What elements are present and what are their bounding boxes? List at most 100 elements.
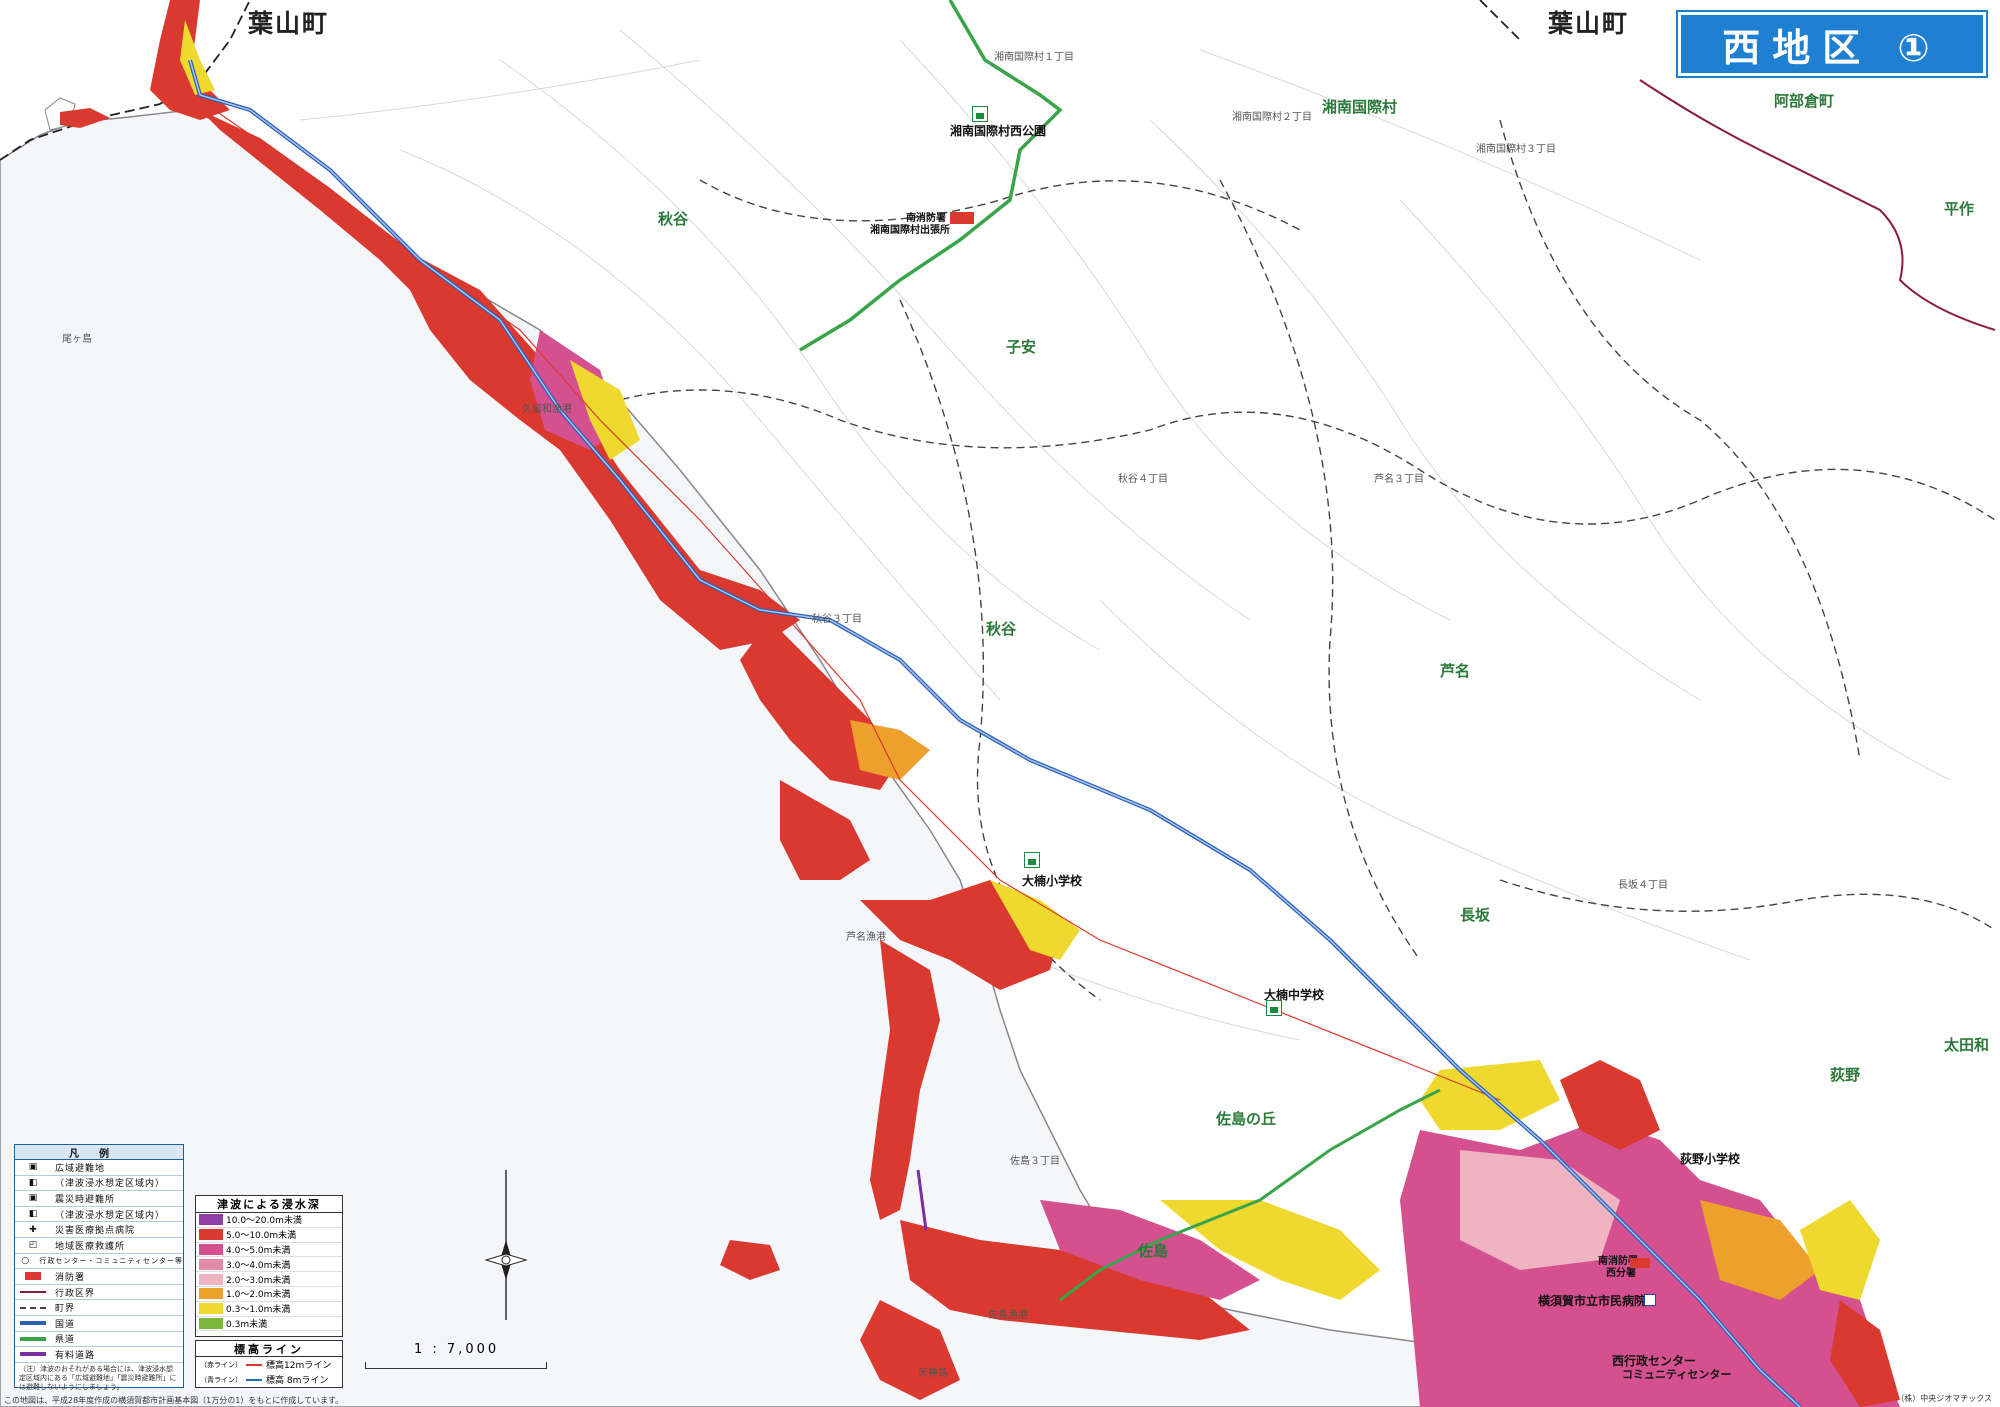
national-road-icon: [15, 1321, 51, 1326]
facility-ogino-elem[interactable]: 荻野小学校: [1680, 1150, 1740, 1167]
shelter-icon[interactable]: [1024, 852, 1040, 868]
legend-row: 行政区界: [15, 1285, 183, 1301]
evacuation-area-icon: ▣: [28, 1162, 38, 1173]
depth-row: 4.0～5.0m未満: [196, 1243, 342, 1258]
depth-legend: 津波による浸水深 10.0～20.0m未満 5.0～10.0m未満 4.0～5.…: [195, 1195, 343, 1337]
label-sajima-port: 佐島漁港: [988, 1310, 1028, 1321]
legend: 凡例 ▣ 広域避難地 ◧ （津波浸水想定区域内） ▣ 震災時避難所 ◧ （津波浸水想定区…: [14, 1144, 184, 1391]
scale-label: 1 : 7,000: [414, 1342, 500, 1357]
map-frame: 西地区 ① 葉山町 葉山町 秋谷 秋谷 子安 湘南国際村 阿部倉町 平作 芦名 …: [0, 0, 2000, 1407]
hayama-boundary-right: [1479, 0, 1521, 41]
admin-center-icon: ○: [21, 1255, 30, 1266]
facility-ogusu-elem[interactable]: 大楠小学校: [1022, 872, 1082, 889]
label-tenjin: 天神島: [918, 1368, 948, 1379]
label-ashina-port: 芦名漁港: [846, 932, 886, 943]
legend-row: ◧ （津波浸水想定区域内）: [15, 1207, 183, 1223]
ward-boundary-icon: [15, 1291, 51, 1294]
depth-swatch: [199, 1229, 223, 1241]
elevation-tag: （青ライン）: [200, 1375, 242, 1384]
town-label-hayama-right: 葉山町: [1548, 9, 1630, 38]
depth-row: 10.0～20.0m未満: [196, 1213, 342, 1228]
facility-admin-2[interactable]: コミュニティセンター: [1622, 1366, 1731, 1382]
legend-row: ✚ 災害医療拠点病院: [15, 1222, 183, 1238]
depth-row: 3.0～4.0m未満: [196, 1257, 342, 1273]
shelter-icon[interactable]: [1266, 1000, 1282, 1016]
fire-station-icon[interactable]: [950, 212, 974, 224]
evacuation-area-inundation-icon: ◧: [28, 1177, 38, 1188]
depth-row: 2.0～3.0m未満: [196, 1272, 342, 1287]
hospital-icon[interactable]: [1644, 1294, 1656, 1306]
legend-row: ▣ 震災時避難所: [15, 1191, 183, 1207]
legend-row: ◧ （津波浸水想定区域内）: [15, 1176, 183, 1192]
place-akiya-central: 秋谷: [986, 620, 1017, 638]
elevation-line-swatch: [246, 1378, 262, 1381]
facility-hospital[interactable]: 横須賀市立市民病院: [1538, 1292, 1646, 1309]
place-akiya-north: 秋谷: [658, 210, 689, 228]
label-akiya-4: 秋谷４丁目: [1118, 474, 1168, 485]
depth-swatch: [199, 1214, 223, 1226]
legend-row: 県道: [15, 1332, 183, 1348]
place-heisaku: 平作: [1944, 200, 1975, 218]
place-ogino: 荻野: [1830, 1066, 1861, 1084]
legend-note: （注）津波のおそれがある場合には、津波浸水想定区域内にある「広域避難地」「震災時…: [19, 1364, 177, 1391]
elevation-line-swatch: [246, 1363, 262, 1366]
label-akiya-3: 秋谷３丁目: [812, 614, 862, 625]
elevation-row: （青ライン） 標高 8mライン: [196, 1372, 342, 1387]
place-ashina: 芦名: [1440, 662, 1471, 680]
legend-row: ○ 行政センター・コミュニティセンター等: [15, 1254, 183, 1270]
depth-swatch: [199, 1288, 223, 1300]
town-label-hayama-left: 葉山町: [248, 9, 330, 38]
legend-row: 国道: [15, 1316, 183, 1332]
elevation-tag: （赤ライン）: [200, 1360, 242, 1369]
place-sajima-oka: 佐島の丘: [1216, 1110, 1277, 1128]
elevation-legend-heading: 標高ライン: [196, 1341, 342, 1357]
place-nagasaka: 長坂: [1460, 906, 1491, 924]
scale-bar: [365, 1362, 547, 1369]
fire-station-icon[interactable]: [1630, 1258, 1650, 1268]
depth-swatch: [199, 1303, 223, 1315]
toll-road-icon: [15, 1352, 51, 1357]
facility-park[interactable]: 湘南国際村西公園: [950, 122, 1046, 139]
footer-note: この地図は、平成28年度作成の横須賀都市計画基本図（1万分の1）をもとに作成して…: [4, 1396, 344, 1405]
label-kokusai-2: 湘南国際村２丁目: [1232, 112, 1312, 123]
legend-heading: 凡例: [15, 1145, 183, 1160]
depth-row: 0.3m未満: [196, 1317, 342, 1332]
legend-row: 町界: [15, 1300, 183, 1316]
legend-row: ▣ 広域避難地: [15, 1160, 183, 1176]
legend-row: ◰ 地域医療救護所: [15, 1238, 183, 1254]
place-shonan-kokusai: 湘南国際村: [1322, 98, 1398, 116]
shelter-inundation-icon: ◧: [28, 1209, 38, 1220]
aid-station-icon: ◰: [28, 1240, 38, 1251]
depth-swatch: [199, 1258, 223, 1270]
label-sajima-3: 佐島３丁目: [1010, 1156, 1060, 1167]
town-boundary-icon: [15, 1306, 51, 1309]
ward-boundary: [1639, 79, 1996, 331]
map-title: 西地区 ①: [1676, 10, 1988, 78]
place-sajima: 佐島: [1138, 1242, 1169, 1260]
elevation-legend: 標高ライン （赤ライン） 標高12mライン （青ライン） 標高 8mライン: [195, 1340, 343, 1388]
depth-legend-heading: 津波による浸水深: [196, 1196, 342, 1213]
depth-row: 1.0～2.0m未満: [196, 1287, 342, 1302]
label-kokusai-3: 湘南国際村３丁目: [1476, 144, 1556, 155]
hospital-icon: ✚: [29, 1224, 37, 1235]
elevation-row: （赤ライン） 標高12mライン: [196, 1357, 342, 1372]
legend-row: 有料道路: [15, 1347, 183, 1363]
facility-fire-branch-2[interactable]: 湘南国際村出張所: [870, 221, 950, 236]
label-ashina-3: 芦名３丁目: [1374, 474, 1424, 485]
depth-swatch: [199, 1317, 223, 1329]
place-abekura: 阿部倉町: [1774, 92, 1835, 110]
depth-swatch: [199, 1243, 223, 1255]
fire-station-icon: [15, 1272, 51, 1281]
label-nagasaka-4: 長坂４丁目: [1618, 880, 1668, 891]
place-koyasu: 子安: [1006, 338, 1037, 356]
place-otawa: 太田和: [1944, 1036, 1990, 1054]
shelter-icon: ▣: [28, 1193, 38, 1204]
depth-row: 5.0～10.0m未満: [196, 1228, 342, 1243]
depth-row: 0.3～1.0m未満: [196, 1302, 342, 1317]
label-kugiwa-port: 久留和漁港: [522, 404, 572, 415]
evacuation-area-icon[interactable]: [972, 106, 988, 122]
label-kokusai-1: 湘南国際村１丁目: [994, 52, 1074, 63]
prefectural-road-icon: [15, 1336, 51, 1341]
depth-swatch: [199, 1273, 223, 1285]
legend-row: 消防署: [15, 1269, 183, 1285]
